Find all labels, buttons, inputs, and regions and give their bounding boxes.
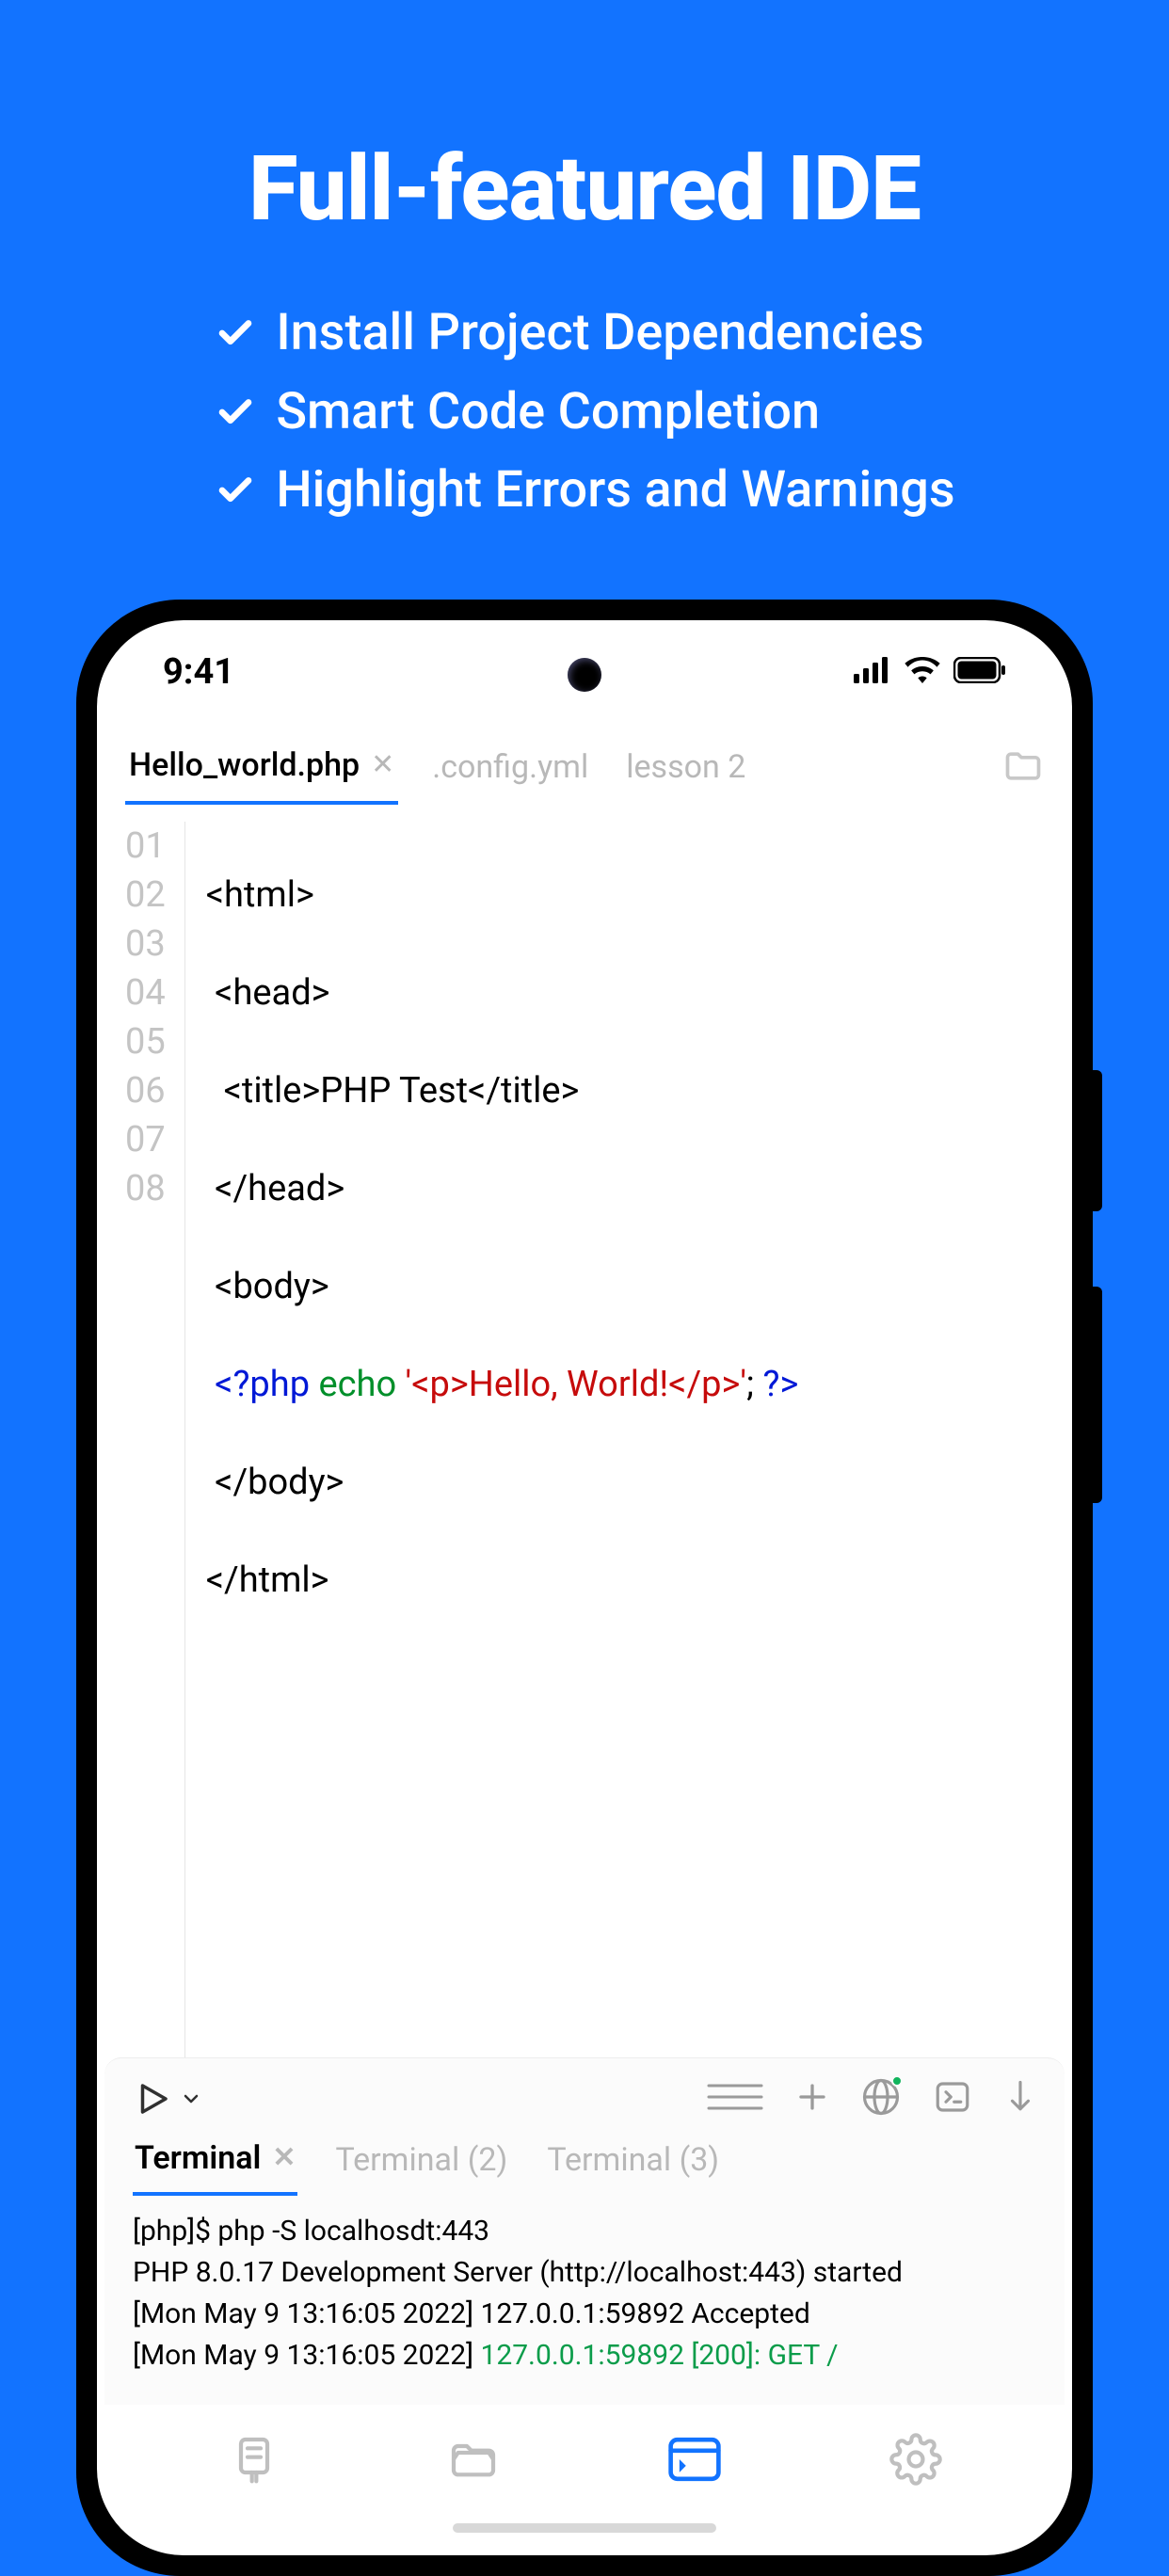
- feature-list: Install Project Dependencies Smart Code …: [0, 294, 1169, 534]
- tab-lesson-2[interactable]: lesson 2: [622, 739, 749, 803]
- nav-settings-button[interactable]: [889, 2433, 942, 2489]
- terminal-line: [Mon May 9 13:16:05 2022] 127.0.0.1:5989…: [133, 2294, 1036, 2335]
- terminal-tabs: Terminal ✕ Terminal (2) Terminal (3): [133, 2134, 1036, 2196]
- phone-frame: 9:41 Hello_world.php ✕ .config.yml: [76, 600, 1093, 2576]
- feature-text: Smart Code Completion: [276, 373, 820, 452]
- folder-button[interactable]: [1002, 745, 1044, 795]
- tab-label: Terminal: [135, 2139, 261, 2177]
- feature-text: Highlight Errors and Warnings: [276, 451, 954, 530]
- terminal-panel: Terminal ✕ Terminal (2) Terminal (3) [ph…: [104, 2057, 1065, 2405]
- terminal-line: [Mon May 9 13:16:05 2022] 127.0.0.1:5989…: [133, 2335, 1036, 2376]
- terminal-line: [php]$ php -S localhosdt:443: [133, 2211, 1036, 2252]
- check-icon: [214, 391, 257, 434]
- hero-title: Full-featured IDE: [0, 136, 1169, 242]
- phone-side-button: [1093, 1070, 1102, 1211]
- code-line: <html>: [206, 871, 799, 920]
- tab-hello-world-php[interactable]: Hello_world.php ✕: [125, 737, 398, 805]
- feature-item: Install Project Dependencies: [214, 294, 954, 373]
- nav-files-button[interactable]: [447, 2433, 500, 2489]
- terminal-output[interactable]: [php]$ php -S localhosdt:443 PHP 8.0.17 …: [133, 2211, 1036, 2376]
- bottom-nav: [97, 2405, 1072, 2555]
- status-time: 9:41: [163, 651, 234, 693]
- feature-text: Install Project Dependencies: [276, 294, 923, 373]
- code-line: <title>PHP Test</title>: [206, 1066, 799, 1115]
- line-number: 06: [125, 1066, 166, 1115]
- code-line: <head>: [206, 968, 799, 1017]
- menu-icon[interactable]: [707, 2080, 763, 2118]
- line-number: 01: [125, 822, 166, 871]
- tab-config-yml[interactable]: .config.yml: [428, 739, 592, 803]
- line-number: 03: [125, 920, 166, 968]
- status-dot-icon: [891, 2075, 903, 2087]
- code-body[interactable]: <html> <head> <title>PHP Test</title> </…: [185, 822, 812, 2057]
- close-icon[interactable]: ✕: [272, 2144, 296, 2172]
- command-icon[interactable]: [933, 2077, 972, 2120]
- close-icon[interactable]: ✕: [371, 751, 394, 779]
- editor-tabs: Hello_world.php ✕ .config.yml lesson 2: [97, 724, 1072, 805]
- tab-label: Terminal (2): [335, 2141, 507, 2179]
- feature-item: Highlight Errors and Warnings: [214, 451, 954, 530]
- gutter: 01 02 03 04 05 06 07 08: [97, 822, 185, 2057]
- terminal-tab[interactable]: Terminal ✕: [133, 2134, 297, 2196]
- nav-terminal-button[interactable]: [666, 2433, 723, 2489]
- terminal-toolbar: [133, 2077, 1036, 2134]
- home-indicator: [453, 2523, 716, 2533]
- code-line: <body>: [206, 1262, 799, 1311]
- tab-label: lesson 2: [626, 748, 745, 786]
- tab-label: Hello_world.php: [129, 746, 360, 784]
- camera-hole: [568, 658, 601, 692]
- tab-label: .config.yml: [432, 748, 588, 786]
- screen: 9:41 Hello_world.php ✕ .config.yml: [97, 620, 1072, 2555]
- line-number: 05: [125, 1017, 166, 1066]
- run-button[interactable]: [133, 2079, 202, 2119]
- code-line: </head>: [206, 1164, 799, 1213]
- terminal-tab[interactable]: Terminal (3): [545, 2136, 721, 2194]
- code-line: <?php echo '<p>Hello, World!</p>'; ?>: [206, 1360, 799, 1409]
- code-line: </body>: [206, 1458, 799, 1507]
- line-number: 02: [125, 871, 166, 920]
- line-number: 07: [125, 1115, 166, 1164]
- code-line: </html>: [206, 1556, 799, 1605]
- line-number: 08: [125, 1164, 166, 1213]
- tab-label: Terminal (3): [547, 2141, 719, 2179]
- line-number: 04: [125, 968, 166, 1017]
- cellular-icon: [854, 651, 891, 693]
- nav-learn-button[interactable]: [228, 2433, 280, 2489]
- terminal-tab[interactable]: Terminal (2): [333, 2136, 509, 2194]
- plus-icon[interactable]: [795, 2080, 829, 2118]
- wifi-icon: [905, 651, 940, 693]
- check-icon: [214, 469, 257, 512]
- hero: Full-featured IDE Install Project Depend…: [0, 0, 1169, 534]
- battery-icon: [953, 651, 1006, 693]
- feature-item: Smart Code Completion: [214, 373, 954, 452]
- check-icon: [214, 312, 257, 355]
- globe-icon[interactable]: [861, 2077, 901, 2120]
- arrow-down-icon[interactable]: [1004, 2078, 1036, 2120]
- code-editor[interactable]: 01 02 03 04 05 06 07 08 <html> <head> <t…: [97, 805, 1072, 2057]
- phone-side-button: [1093, 1287, 1102, 1503]
- terminal-line: PHP 8.0.17 Development Server (http://lo…: [133, 2252, 1036, 2294]
